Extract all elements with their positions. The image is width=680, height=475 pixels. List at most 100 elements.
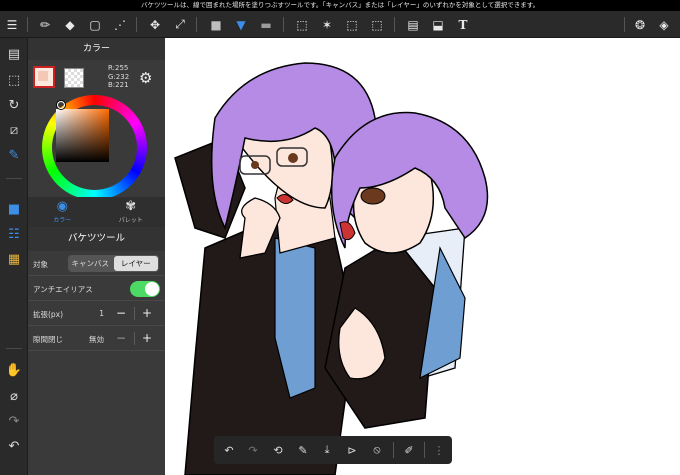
antialias-label: アンチエイリアス [33, 285, 93, 294]
color-panel-title: カラー [28, 38, 165, 60]
saturation-value-square[interactable] [56, 109, 109, 162]
expand-minus-button[interactable]: − [110, 305, 132, 322]
drawing-canvas[interactable] [165, 38, 680, 475]
expand-plus-button[interactable]: + [136, 305, 158, 322]
rotate-icon[interactable]: ↻ [4, 95, 24, 115]
left-char-eye [251, 161, 259, 169]
bottom-divider [393, 442, 394, 458]
sub-color-swatch[interactable] [64, 68, 84, 88]
tab-color[interactable]: ◉ カラー [28, 197, 97, 227]
select-tool-icon[interactable]: ⬚ [292, 15, 312, 34]
rgb-r: R:255 [108, 64, 129, 72]
toolbar-divider [136, 17, 137, 32]
target-layer-option[interactable]: レイヤー [113, 256, 158, 271]
main-color-swatch[interactable] [33, 66, 55, 88]
material-icon[interactable]: ❂ [630, 15, 650, 34]
tool-panel-title: バケツツール [28, 227, 165, 251]
flip-icon[interactable]: ⊳ [343, 441, 361, 459]
target-segmented-control: キャンバス レイヤー [68, 255, 159, 272]
expand-row: 拡張(px) 1 − + [28, 301, 165, 326]
bottom-quick-bar: ↶ ↷ ⟲ ✎ ⤓ ⊳ ⦸ ✐ ⋮ [214, 436, 452, 464]
undo-button-icon[interactable]: ↶ [220, 441, 238, 459]
gradient-tool-icon[interactable]: ▬ [256, 15, 276, 34]
left-icon-column: ▤ ⬚ ↻ ⧄ ✎ ■ ☷ ▦ ✋ ⌀ ↷ ↶ [0, 38, 28, 475]
target-label: 対象 [33, 260, 48, 269]
top-toolbar: ☰ ✏ ◆ ▢ ⋰ ✥ ⤢ ■ ▼ ▬ ⬚ ✶ ⬚ ⬚ ▤ ⬓ T ❂ ◈ [0, 11, 680, 38]
brush-panel-icon[interactable]: ☷ [4, 224, 24, 244]
layer-panel-icon[interactable]: ▦ [4, 249, 24, 269]
rgb-readout: R:255 G:232 B:221 [108, 64, 129, 90]
tool-tip-bar: バケツツールは、線で囲まれた場所を塗りつぶすツールです。「キャンバス」または「レ… [0, 0, 680, 11]
magic-wand-icon[interactable]: ✶ [317, 15, 337, 34]
hand-tool-icon[interactable]: ✋ [4, 360, 24, 380]
toolbar-divider [27, 17, 28, 32]
grip-icon[interactable]: ⋮ [430, 441, 448, 459]
left-divider [6, 348, 22, 349]
ruler-icon[interactable]: ⧄ [4, 120, 24, 140]
rect-shape-icon[interactable]: ▢ [85, 15, 105, 34]
operation-tool-icon[interactable]: ⬓ [428, 15, 448, 34]
left-char-eye [288, 153, 298, 163]
fill-color-swatch-icon[interactable]: ■ [206, 15, 226, 34]
color-tab-icon: ◉ [56, 199, 68, 214]
color-area: R:255 G:232 B:221 ⚙ [28, 60, 165, 200]
edit-icon[interactable]: ✐ [400, 441, 418, 459]
gap-close-row: 隙間閉じ 無効 − + [28, 326, 165, 351]
selection-icon[interactable]: ⬚ [4, 70, 24, 90]
left-divider [6, 178, 22, 179]
toolbar-divider [624, 17, 625, 32]
side-panel: カラー R:255 G:232 B:221 ⚙ ◉ カラー ✾ パレット バケツ… [28, 38, 165, 475]
bucket-tool-icon[interactable]: ▼ [231, 15, 251, 34]
pen-color-icon[interactable]: ✎ [4, 145, 24, 165]
expand-value: 1 [99, 309, 104, 318]
menu-icon[interactable]: ☰ [2, 15, 22, 34]
tab-color-label: カラー [53, 217, 72, 224]
select-eraser-icon[interactable]: ⬚ [367, 15, 387, 34]
gap-close-plus-button[interactable]: + [136, 330, 158, 347]
move-tool-icon[interactable]: ✥ [145, 15, 165, 34]
save-download-icon[interactable]: ⤓ [318, 441, 336, 459]
pages-icon[interactable]: ▤ [4, 44, 24, 64]
color-panel-icon[interactable]: ■ [4, 199, 24, 219]
right-char-eye [360, 187, 386, 205]
redo-icon[interactable]: ↷ [4, 411, 24, 431]
rgb-g: G:232 [108, 72, 130, 81]
stepper-divider [134, 307, 135, 320]
target-canvas-option[interactable]: キャンバス [68, 255, 113, 272]
snap-tool-icon[interactable]: ⋰ [110, 15, 130, 34]
toolbar-divider [394, 17, 395, 32]
panel-tabs: ◉ カラー ✾ パレット [28, 197, 165, 227]
stepper-divider [134, 332, 135, 345]
gap-close-label: 隙間閉じ [33, 335, 63, 344]
bottom-divider [424, 442, 425, 458]
dropper-button-icon[interactable]: ✎ [294, 441, 312, 459]
frame-divider-icon[interactable]: ▤ [403, 15, 423, 34]
tab-palette-label: パレット [118, 217, 143, 224]
transform-tool-icon[interactable]: ⤢ [170, 15, 190, 34]
gear-icon[interactable]: ⚙ [139, 69, 152, 87]
app-window: バケツツールは、線で囲まれた場所を塗りつぶすツールです。「キャンバス」または「レ… [0, 0, 680, 475]
text-tool-icon[interactable]: T [453, 15, 473, 34]
brush-tool-icon[interactable]: ✏ [35, 15, 55, 34]
color-cursor[interactable] [57, 101, 65, 109]
redo-button-icon[interactable]: ↷ [244, 441, 262, 459]
tab-palette[interactable]: ✾ パレット [97, 197, 166, 227]
undo-icon[interactable]: ↶ [4, 436, 24, 456]
toolbar-divider [196, 17, 197, 32]
eyedropper-icon[interactable]: ⌀ [4, 386, 24, 406]
antialias-row: アンチエイリアス [28, 276, 165, 301]
rotate-canvas-icon[interactable]: ⟲ [269, 441, 287, 459]
no-rotate-icon[interactable]: ⦸ [368, 441, 386, 459]
artwork-illustration [174, 62, 489, 475]
rgb-b: B:221 [108, 81, 129, 89]
antialias-toggle[interactable] [130, 281, 160, 297]
select-pen-icon[interactable]: ⬚ [342, 15, 362, 34]
palette-tab-icon: ✾ [125, 199, 137, 214]
gap-close-value: 無効 [89, 335, 104, 344]
toolbar-divider [283, 17, 284, 32]
target-row: 対象 キャンバス レイヤー [28, 251, 165, 276]
layers-icon[interactable]: ◈ [654, 15, 674, 34]
gap-close-minus-button[interactable]: − [110, 330, 132, 347]
eraser-tool-icon[interactable]: ◆ [60, 15, 80, 34]
expand-label: 拡張(px) [33, 310, 64, 319]
